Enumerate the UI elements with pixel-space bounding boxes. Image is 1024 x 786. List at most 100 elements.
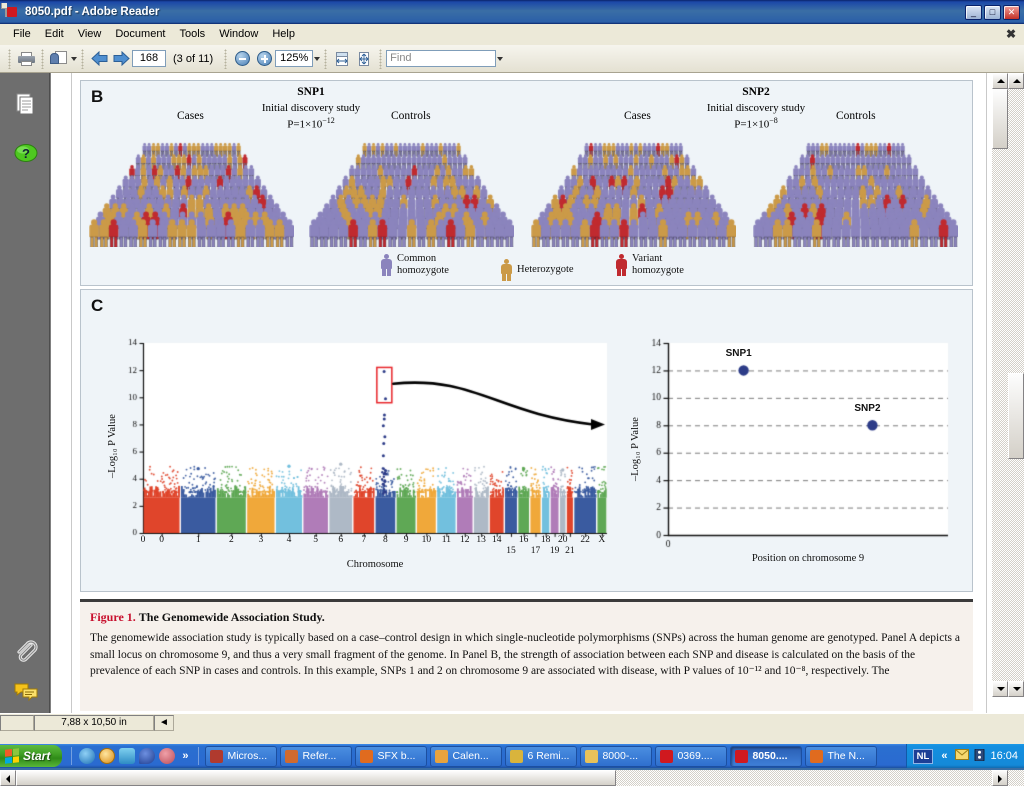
manhattan-x-tick: 20 <box>557 535 568 545</box>
task-sfx[interactable]: SFX b... <box>355 745 428 767</box>
manhattan-x-tick: 12 <box>459 535 470 545</box>
page-number-input[interactable]: 168 <box>132 50 166 67</box>
manhattan-x-tick: 4 <box>286 535 292 545</box>
menu-edit[interactable]: Edit <box>38 26 71 42</box>
title-bar[interactable]: 8050.pdf - Adobe Reader _ □ ✕ <box>0 0 1024 24</box>
task-icon <box>585 749 599 763</box>
clock-icon[interactable] <box>99 748 116 764</box>
menu-file[interactable]: File <box>6 26 38 42</box>
menu-document[interactable]: Document <box>108 26 172 42</box>
zoom-level-input[interactable]: 125% <box>275 50 314 67</box>
mail-icon[interactable] <box>955 749 970 763</box>
close-document-button[interactable]: ✖ <box>1006 27 1016 41</box>
internet-explorer-icon[interactable] <box>79 748 96 764</box>
horizontal-scrollbar[interactable] <box>0 770 1024 786</box>
pages-panel-icon[interactable] <box>13 91 39 117</box>
task-label: Refer... <box>302 750 337 762</box>
zoom-point-label-snp2: SNP2 <box>854 403 881 415</box>
fit-page-icon[interactable] <box>353 48 375 70</box>
statusbar-nav-arrow[interactable]: ◄ <box>154 714 174 731</box>
task-microsoft[interactable]: Micros... <box>205 745 278 767</box>
manhattan-x-tick: 11 <box>441 535 451 545</box>
manhattan-x-tick: 15 <box>506 546 516 556</box>
document-scrollbar-inner[interactable] <box>992 73 1008 697</box>
menu-tools[interactable]: Tools <box>173 26 213 42</box>
toolbar-grip[interactable] <box>41 48 44 69</box>
caption-title: Figure 1. The Genomewide Association Stu… <box>90 610 325 625</box>
comments-icon[interactable] <box>13 678 39 704</box>
quicklaunch-overflow-chevron-icon[interactable]: » <box>182 750 188 762</box>
zoom-in-icon[interactable] <box>253 48 275 70</box>
task-label: 6 Remi... <box>527 750 570 762</box>
find-dropdown-chevron-icon[interactable] <box>497 56 504 61</box>
help-question-icon[interactable]: ? <box>13 140 39 166</box>
chevron-down-icon[interactable] <box>71 56 77 61</box>
messenger-icon[interactable] <box>139 748 156 764</box>
task-calendar[interactable]: Calen... <box>430 745 503 767</box>
task-reference[interactable]: Refer... <box>280 745 353 767</box>
start-label: Start <box>23 749 51 763</box>
next-page-arrow-icon[interactable] <box>110 48 132 70</box>
toolbar-grip[interactable] <box>379 48 383 69</box>
email-document-icon[interactable] <box>48 48 70 70</box>
task-icon <box>735 749 749 763</box>
windows-logo-icon <box>5 748 19 764</box>
show-hidden-icons-chevron-icon[interactable]: « <box>941 750 947 762</box>
task-icon <box>360 749 374 763</box>
search-input[interactable]: Find <box>386 50 497 67</box>
network-icon[interactable] <box>159 748 176 764</box>
manhattan-x-tick: 3 <box>258 535 264 545</box>
taskbar-divider <box>71 747 73 765</box>
manhattan-x-tick: 22 <box>580 535 590 545</box>
language-indicator[interactable]: NL <box>912 748 934 764</box>
pdf-page: B SNP1 Initial discovery study P=1×10−12… <box>71 73 987 713</box>
snp1-controls-label: Controls <box>391 110 431 122</box>
page-count-label: (3 of 11) <box>173 52 214 65</box>
task-icon <box>210 749 224 763</box>
taskbar: Start » Micros... Refer... SFX b... Calen..… <box>0 744 1024 768</box>
task-folder-8000[interactable]: 8000-... <box>580 745 653 767</box>
caption-body: The genomewide association study is typi… <box>90 632 960 678</box>
toolbar-grip[interactable] <box>8 48 11 69</box>
document-scrollbar-outer[interactable] <box>1008 73 1024 697</box>
figure-caption: Figure 1. The Genomewide Association Stu… <box>80 599 973 711</box>
fit-width-icon[interactable] <box>331 48 353 70</box>
menu-window[interactable]: Window <box>212 26 265 42</box>
menu-help[interactable]: Help <box>265 26 302 42</box>
zoom-out-icon[interactable] <box>231 48 253 70</box>
toolbar-grip[interactable] <box>324 48 328 69</box>
manhattan-x-tick: 2 <box>228 535 234 545</box>
taskbar-clock[interactable]: 16:04 <box>990 750 1018 762</box>
volume-icon[interactable] <box>974 748 985 764</box>
previous-page-arrow-icon[interactable] <box>88 48 110 70</box>
close-button[interactable]: ✕ <box>1003 4 1020 20</box>
menu-view[interactable]: View <box>71 26 109 42</box>
task-firefox-nejm[interactable]: The N... <box>805 745 878 767</box>
main-area: ? B SNP1 Initial discovery study P=1×10−… <box>0 73 1024 786</box>
task-reminders[interactable]: 6 Remi... <box>505 745 578 767</box>
task-pdf-0369[interactable]: 0369.... <box>655 745 728 767</box>
zoom-x-axis-label: Position on chromosome 9 <box>751 553 865 564</box>
zoom-dropdown-chevron-icon[interactable] <box>314 56 321 61</box>
window-controls: _ □ ✕ <box>965 4 1020 20</box>
toolbar-grip[interactable] <box>81 48 84 69</box>
figure-panel-b: B SNP1 Initial discovery study P=1×10−12… <box>80 80 973 286</box>
toolbar-grip[interactable] <box>224 48 228 69</box>
manhattan-x-tick: 19 <box>549 546 560 556</box>
snp2-controls-label: Controls <box>836 110 876 122</box>
task-label: SFX b... <box>377 750 416 762</box>
snp1-cases-label: Cases <box>177 110 204 122</box>
task-label: Calen... <box>452 750 489 762</box>
document-viewport: B SNP1 Initial discovery study P=1×10−12… <box>51 73 1024 713</box>
menu-bar: File Edit View Document Tools Window Hel… <box>0 24 1024 45</box>
attachments-paperclip-icon[interactable] <box>13 638 39 664</box>
manhattan-x-tick: 16 <box>518 535 529 545</box>
outlook-express-icon[interactable] <box>119 748 136 764</box>
manhattan-x-tick: 17 <box>530 546 541 556</box>
task-pdf-8050[interactable]: 8050.... <box>730 745 803 767</box>
start-button[interactable]: Start <box>0 745 63 767</box>
print-icon[interactable] <box>15 48 37 70</box>
maximize-button[interactable]: □ <box>984 4 1001 20</box>
figure-title: The Genomewide Association Study. <box>138 610 325 624</box>
minimize-button[interactable]: _ <box>965 4 982 20</box>
